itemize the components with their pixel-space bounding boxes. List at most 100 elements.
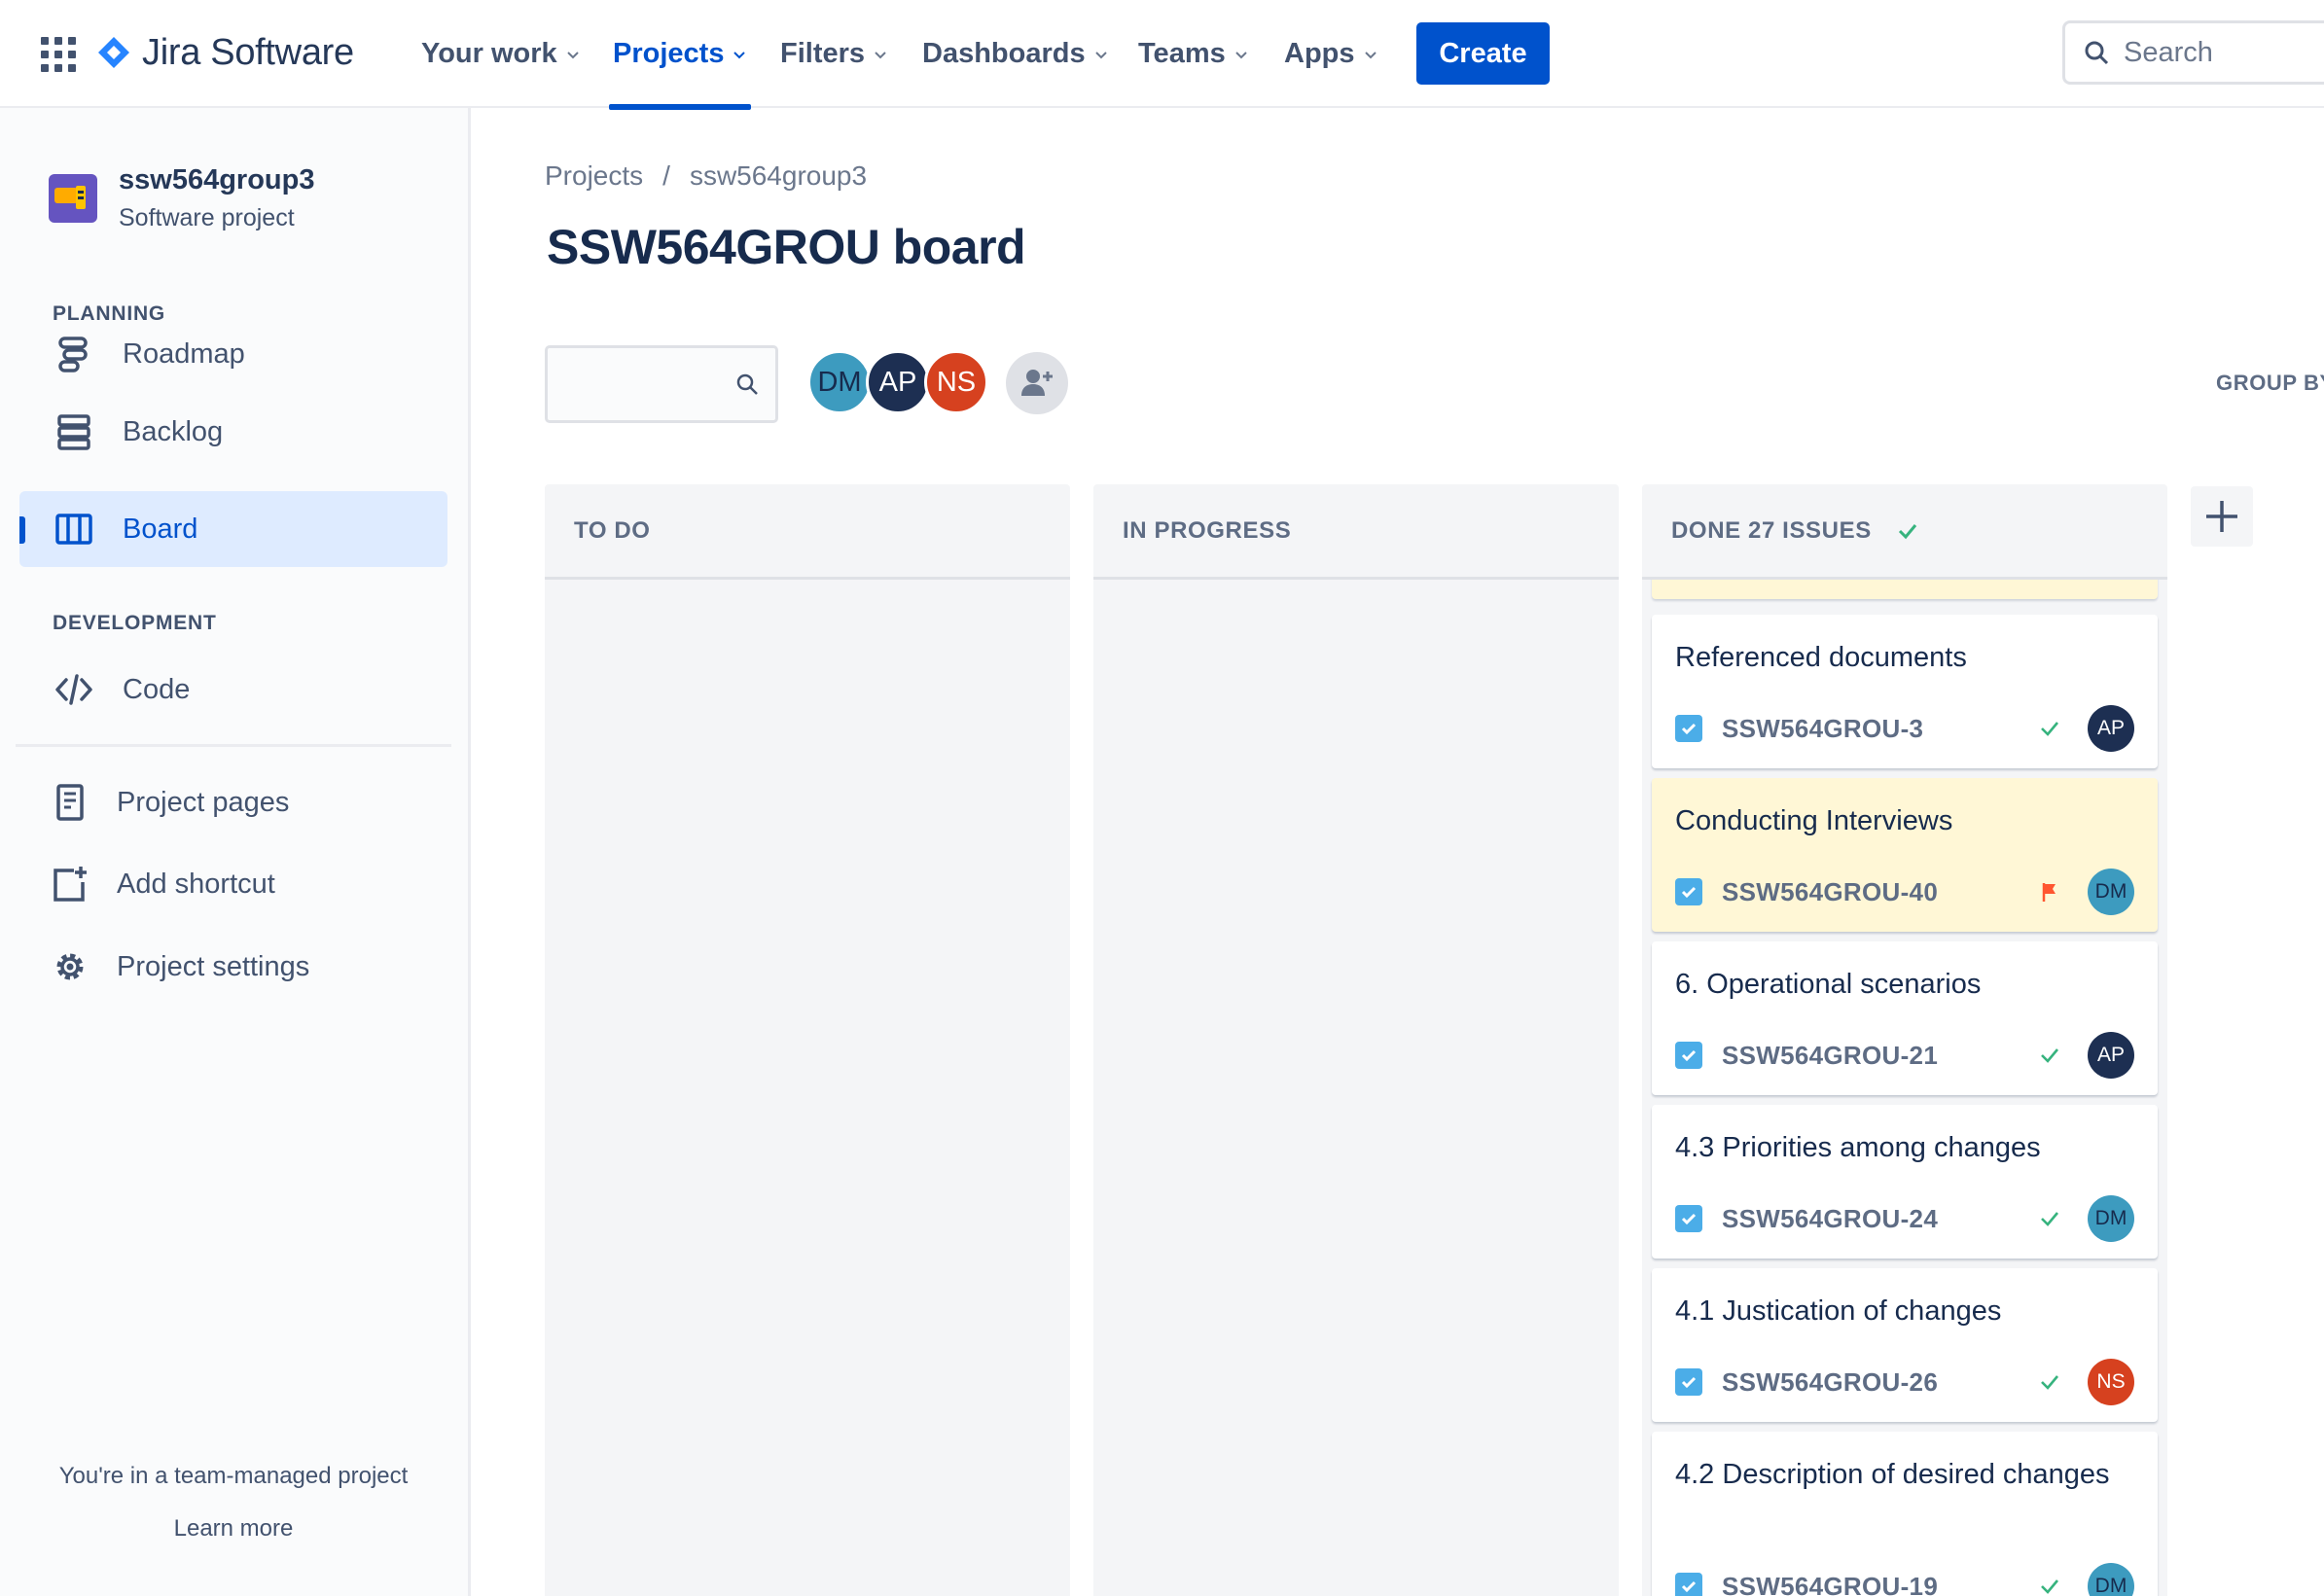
column-header: DONE 27 ISSUES [1642,484,2167,580]
column-in-progress: IN PROGRESS [1093,484,1619,1596]
issue-card[interactable]: Conducting Interviews SSW564GROU-40 DM [1652,778,2158,932]
assignee-avatar[interactable]: AP [2088,1032,2134,1079]
issue-card[interactable]: 4.3 Priorities among changes SSW564GROU-… [1652,1105,2158,1259]
issue-card[interactable]: 4.1 Justication of changes SSW564GROU-26… [1652,1268,2158,1422]
column-title: TO DO [574,516,651,544]
assignee-avatar[interactable]: NS [2088,1359,2134,1405]
sidebar-item-label: Backlog [123,415,224,447]
nav-filters[interactable]: Filters [780,0,888,108]
sidebar-item-label: Roadmap [123,337,245,370]
add-people-button[interactable] [1006,352,1068,414]
page-title: SSW564GROU board [547,220,1026,274]
sidebar-item-label: Code [123,673,191,705]
roadmap-icon [54,335,93,373]
column-header: TO DO [545,484,1070,580]
sidebar-divider [16,744,451,747]
nav-dashboards-label: Dashboards [922,38,1086,69]
card-key[interactable]: SSW564GROU-21 [1722,1041,1938,1071]
card-key[interactable]: SSW564GROU-24 [1722,1204,1938,1234]
task-type-icon [1675,878,1702,905]
global-search[interactable] [2062,20,2324,85]
done-check-icon [2037,1369,2062,1395]
done-card-list: Referenced documents SSW564GROU-3 AP Con… [1642,580,2167,1596]
issue-card[interactable]: 6. Operational scenarios SSW564GROU-21 A… [1652,941,2158,1095]
jira-logo[interactable]: Jira Software [97,27,354,78]
done-check-icon [2037,716,2062,741]
assignee-avatar[interactable]: DM [2088,1195,2134,1242]
nav-filters-label: Filters [780,38,866,69]
assignee-avatar[interactable]: DM [2088,869,2134,915]
sidebar-link-project-pages[interactable]: Project pages [19,768,447,836]
create-button[interactable]: Create [1416,22,1550,85]
board-search[interactable] [545,345,778,423]
search-icon [736,373,758,395]
add-column-button[interactable] [2191,486,2253,547]
board-search-input[interactable] [559,369,715,400]
project-icon [54,186,86,209]
page-icon [51,783,89,822]
chevron-down-icon [1364,51,1377,58]
breadcrumb-project[interactable]: ssw564group3 [690,160,867,192]
task-type-icon [1675,1042,1702,1069]
sidebar-link-label: Add shortcut [117,868,275,900]
development-section-title: DEVELOPMENT [53,612,217,634]
jira-diamond-icon [98,37,129,68]
nav-projects[interactable]: Projects [608,0,752,110]
board-icon [54,510,93,549]
issue-card[interactable]: 4.2 Description of desired changes SSW56… [1652,1432,2158,1596]
card-key[interactable]: SSW564GROU-19 [1722,1572,1938,1596]
column-title: DONE 27 ISSUES [1671,516,1872,544]
nav-teams[interactable]: Teams [1138,0,1249,108]
assignee-avatar[interactable]: AP [2088,705,2134,752]
card-title: 4.3 Priorities among changes [1675,1132,2041,1163]
nav-your-work[interactable]: Your work [421,0,581,108]
nav-dashboards[interactable]: Dashboards [922,0,1109,108]
nav-teams-label: Teams [1138,38,1226,69]
sidebar-link-project-settings[interactable]: Project settings [19,933,447,1001]
avatar[interactable]: AP [866,350,930,414]
issue-card[interactable]: Referenced documents SSW564GROU-3 AP [1652,615,2158,768]
project-header[interactable]: ssw564group3 Software project [49,164,314,232]
sidebar-item-code[interactable]: Code [19,652,447,727]
card-title: 4.1 Justication of changes [1675,1295,2002,1327]
task-type-icon [1675,1205,1702,1232]
avatar[interactable]: NS [924,350,988,414]
learn-more-link[interactable]: Learn more [0,1515,467,1543]
search-input[interactable] [2124,36,2324,69]
task-type-icon [1675,1573,1702,1596]
nav-apps-label: Apps [1284,38,1355,69]
card-key[interactable]: SSW564GROU-26 [1722,1367,1938,1398]
nav-your-work-label: Your work [421,38,557,69]
check-icon [1898,523,1916,539]
assignee-filter-avatars: DM AP NS [807,350,988,414]
project-avatar [49,174,97,223]
app-switcher-icon[interactable] [41,37,76,72]
chevron-down-icon [733,51,746,58]
sidebar-item-board[interactable]: Board [19,491,447,567]
project-name: ssw564group3 [119,164,315,195]
assignee-avatar[interactable]: DM [2088,1563,2134,1596]
task-type-icon [1675,715,1702,742]
plus-icon [2206,501,2237,532]
done-check-icon [2037,1206,2062,1231]
card-key[interactable]: SSW564GROU-40 [1722,877,1938,907]
column-todo: TO DO [545,484,1070,1596]
avatar[interactable]: DM [807,350,872,414]
project-type: Software project [119,204,295,231]
sidebar-link-add-shortcut[interactable]: Add shortcut [19,850,447,918]
chevron-down-icon [566,51,579,58]
nav-projects-label: Projects [613,38,725,69]
group-by-label[interactable]: GROUP BY [2216,371,2324,396]
add-shortcut-icon [51,865,89,904]
card-title: Conducting Interviews [1675,805,1953,836]
sidebar-link-label: Project pages [117,786,290,818]
column-header: IN PROGRESS [1093,484,1619,580]
breadcrumb-projects[interactable]: Projects [545,160,643,192]
sidebar-item-backlog[interactable]: Backlog [19,394,447,470]
sidebar-item-roadmap[interactable]: Roadmap [19,316,447,392]
add-person-icon [1021,370,1053,396]
sidebar-item-label: Board [123,513,198,545]
nav-apps[interactable]: Apps [1284,0,1378,108]
breadcrumb: Projects / ssw564group3 [545,160,867,192]
card-key[interactable]: SSW564GROU-3 [1722,714,1923,744]
